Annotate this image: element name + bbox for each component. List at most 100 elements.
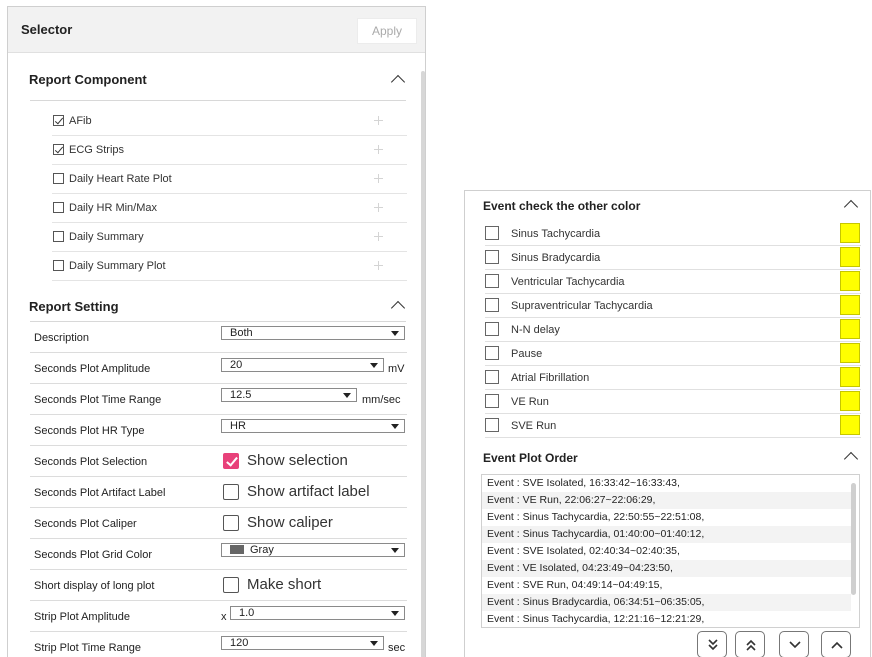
event-checkbox[interactable]: [485, 418, 499, 432]
color-swatch: [230, 545, 244, 554]
event-checkbox[interactable]: [485, 346, 499, 360]
list-item[interactable]: Event : Sinus Tachycardia, 01:40:00~01:4…: [482, 526, 851, 543]
chevron-up-icon[interactable]: [390, 300, 406, 316]
setting-label: Seconds Plot HR Type: [34, 425, 145, 437]
setting-row-strip-amplitude: Strip Plot Amplitude x 1.0: [30, 601, 407, 632]
event-color-swatch[interactable]: [840, 367, 860, 387]
event-color-swatch[interactable]: [840, 295, 860, 315]
make-short-checkbox[interactable]: [223, 577, 239, 593]
select-value: 120: [230, 637, 249, 649]
drag-handle-icon[interactable]: [374, 203, 383, 212]
list-scrollbar[interactable]: [851, 483, 856, 595]
list-item[interactable]: Event : VE Isolated, 04:23:49~04:23:50,: [482, 560, 851, 577]
setting-row-description: Description Both: [30, 322, 407, 353]
chevron-up-icon[interactable]: [843, 199, 859, 215]
drag-handle-icon[interactable]: [374, 232, 383, 241]
selector-scrollbar[interactable]: [421, 71, 425, 657]
drag-handle-icon[interactable]: [374, 145, 383, 154]
component-label: Daily Heart Rate Plot: [69, 173, 172, 185]
list-item[interactable]: Event : SVE Isolated, 02:40:34~02:40:35,: [482, 543, 851, 560]
event-color-swatch[interactable]: [840, 319, 860, 339]
event-row-n-n-delay[interactable]: N-N delay: [485, 318, 861, 342]
show-selection-checkbox[interactable]: [223, 453, 239, 469]
setting-row-artifact-label: Seconds Plot Artifact Label Show artifac…: [30, 477, 407, 508]
component-checkbox[interactable]: [53, 202, 64, 213]
component-checkbox[interactable]: [53, 231, 64, 242]
move-bottom-button[interactable]: [697, 631, 727, 657]
setting-label: Seconds Plot Amplitude: [34, 363, 151, 375]
event-row-sinus-tachycardia[interactable]: Sinus Tachycardia: [485, 222, 861, 246]
hr-type-select[interactable]: HR: [221, 419, 405, 433]
time-range-select[interactable]: 12.5: [221, 388, 357, 402]
section-divider: [30, 100, 406, 101]
event-color-swatch[interactable]: [840, 343, 860, 363]
setting-label: Seconds Plot Selection: [34, 456, 148, 468]
drag-handle-icon[interactable]: [374, 174, 383, 183]
event-label: Supraventricular Tachycardia: [511, 300, 653, 312]
setting-row-caliper: Seconds Plot Caliper Show caliper: [30, 508, 407, 539]
event-checkbox[interactable]: [485, 226, 499, 240]
event-checkbox[interactable]: [485, 394, 499, 408]
list-item[interactable]: Event : SVE Isolated, 16:33:42~16:33:43,: [482, 475, 851, 492]
selector-title: Selector: [21, 22, 73, 37]
chevron-up-icon[interactable]: [843, 451, 859, 467]
list-item[interactable]: Event : VE Run, 22:06:27~22:06:29,: [482, 492, 851, 509]
drag-handle-icon[interactable]: [374, 261, 383, 270]
event-color-swatch[interactable]: [840, 271, 860, 291]
event-row-ve-run[interactable]: VE Run: [485, 390, 861, 414]
component-row-afib[interactable]: AFib: [52, 107, 407, 136]
event-color-swatch[interactable]: [840, 223, 860, 243]
list-item[interactable]: Event : SVE Run, 04:49:14~04:49:15,: [482, 577, 851, 594]
list-item[interactable]: Event : Sinus Tachycardia, 12:21:16~12:2…: [482, 611, 851, 627]
report-setting-title: Report Setting: [29, 299, 119, 314]
component-checkbox[interactable]: [53, 260, 64, 271]
show-artifact-label-checkbox[interactable]: [223, 484, 239, 500]
unit-label: sec: [388, 642, 406, 654]
event-checkbox[interactable]: [485, 370, 499, 384]
component-row-daily-heart-rate-plot[interactable]: Daily Heart Rate Plot: [52, 165, 407, 194]
event-color-swatch[interactable]: [840, 391, 860, 411]
component-checkbox[interactable]: [53, 144, 64, 155]
event-row-pause[interactable]: Pause: [485, 342, 861, 366]
setting-label: Description: [34, 332, 90, 344]
dropdown-arrow-icon: [391, 331, 399, 336]
setting-row-grid-color: Seconds Plot Grid Color Gray: [30, 539, 407, 570]
component-row-daily-summary-plot[interactable]: Daily Summary Plot: [52, 252, 407, 281]
setting-row-short-display: Short display of long plot Make short: [30, 570, 407, 601]
event-color-swatch[interactable]: [840, 247, 860, 267]
component-checkbox[interactable]: [53, 173, 64, 184]
event-plot-order-list[interactable]: Event : SVE Isolated, 16:33:42~16:33:43,…: [481, 474, 860, 628]
event-checkbox[interactable]: [485, 274, 499, 288]
event-checkbox[interactable]: [485, 250, 499, 264]
drag-handle-icon[interactable]: [374, 116, 383, 125]
event-checkbox[interactable]: [485, 298, 499, 312]
event-row-supraventricular-tachycardia[interactable]: Supraventricular Tachycardia: [485, 294, 861, 318]
component-checkbox[interactable]: [53, 115, 64, 126]
description-select[interactable]: Both: [221, 326, 405, 340]
event-row-ventricular-tachycardia[interactable]: Ventricular Tachycardia: [485, 270, 861, 294]
dropdown-arrow-icon: [343, 393, 351, 398]
component-row-daily-hr-min-max[interactable]: Daily HR Min/Max: [52, 194, 407, 223]
strip-amplitude-select[interactable]: 1.0: [230, 606, 405, 620]
event-row-sve-run[interactable]: SVE Run: [485, 414, 861, 438]
list-item[interactable]: Event : Sinus Bradycardia, 06:34:51~06:3…: [482, 594, 851, 611]
move-top-button[interactable]: [735, 631, 765, 657]
list-item[interactable]: Event : Sinus Tachycardia, 22:50:55~22:5…: [482, 509, 851, 526]
component-row-ecg-strips[interactable]: ECG Strips: [52, 136, 407, 165]
move-up-button[interactable]: [821, 631, 851, 657]
chevron-up-icon[interactable]: [390, 74, 406, 90]
unit-label: mm/sec: [362, 394, 401, 406]
move-down-button[interactable]: [779, 631, 809, 657]
component-row-daily-summary[interactable]: Daily Summary: [52, 223, 407, 252]
show-caliper-checkbox[interactable]: [223, 515, 239, 531]
event-row-atrial-fibrillation[interactable]: Atrial Fibrillation: [485, 366, 861, 390]
dropdown-arrow-icon: [391, 611, 399, 616]
event-color-swatch[interactable]: [840, 415, 860, 435]
apply-button[interactable]: Apply: [357, 18, 417, 44]
strip-time-range-select[interactable]: 120: [221, 636, 384, 650]
event-checkbox[interactable]: [485, 322, 499, 336]
event-row-sinus-bradycardia[interactable]: Sinus Bradycardia: [485, 246, 861, 270]
grid-color-select[interactable]: Gray: [221, 543, 405, 557]
amplitude-select[interactable]: 20: [221, 358, 384, 372]
setting-row-strip-time-range: Strip Plot Time Range 120 sec: [30, 632, 407, 657]
